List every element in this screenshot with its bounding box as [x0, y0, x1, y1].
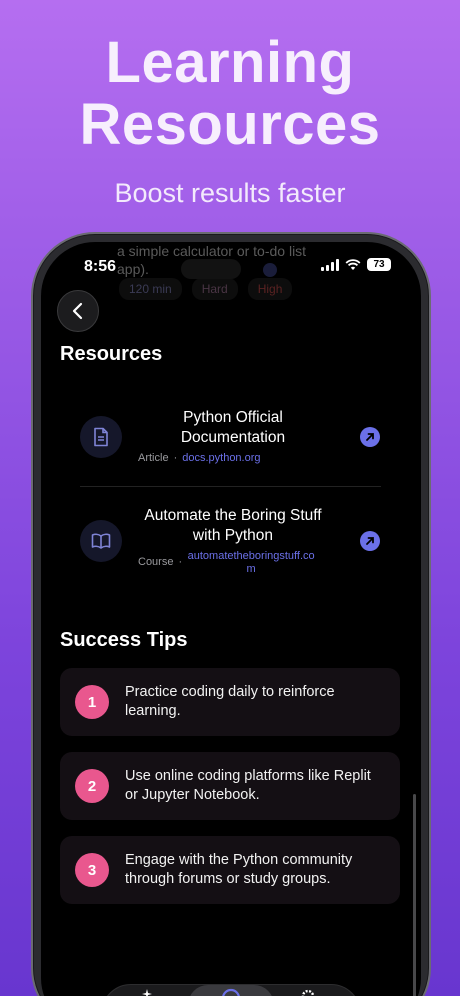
resources-heading: Resources: [60, 343, 163, 365]
home-icon: [222, 988, 240, 996]
open-link-button[interactable]: [360, 531, 380, 551]
chevron-left-icon: [72, 302, 83, 320]
arrow-up-right-icon: [366, 432, 374, 441]
back-button[interactable]: [57, 290, 99, 332]
status-icons: 73: [321, 258, 391, 271]
book-icon: [80, 520, 122, 562]
promo-subtitle: Boost results faster: [114, 178, 346, 208]
meta-separator: ·: [173, 452, 178, 464]
promo-title-line2: Resources: [79, 92, 381, 157]
ghost-line: a simple calculator or to-do list: [117, 243, 307, 259]
gear-icon[interactable]: [300, 987, 316, 996]
document-icon: [80, 415, 122, 458]
tip-text: Engage with the Python community through…: [125, 852, 353, 887]
cellular-signal-icon: [321, 258, 339, 271]
arrow-up-right-icon: [366, 537, 374, 545]
tip-card: 3 Engage with the Python community throu…: [60, 836, 400, 904]
resource-type: Course: [138, 556, 174, 568]
meta-separator: ·: [178, 556, 183, 568]
resource-body: Automate the Boring Stuff with Python Co…: [138, 506, 328, 576]
sparkles-icon[interactable]: [140, 989, 154, 996]
difficulty-chip: Hard: [191, 278, 238, 300]
dynamic-island: [181, 259, 241, 279]
tip-number-badge: 3: [75, 853, 109, 887]
priority-chip: High: [247, 278, 293, 300]
resource-item[interactable]: Automate the Boring Stuff with Python Co…: [80, 506, 380, 576]
resource-item[interactable]: Python Official Documentation Article · …: [80, 408, 380, 465]
camera-dot: [263, 263, 277, 277]
resource-title: Automate the Boring Stuff with Python: [144, 507, 322, 544]
resource-body: Python Official Documentation Article · …: [138, 408, 328, 465]
wifi-icon: [345, 258, 361, 270]
tip-card: 1 Practice coding daily to reinforce lea…: [60, 668, 400, 736]
duration-chip: 120 min: [119, 278, 182, 300]
resource-type: Article: [138, 452, 169, 464]
tip-number-badge: 2: [75, 769, 109, 803]
tip-text: Practice coding daily to reinforce learn…: [125, 684, 335, 719]
status-time: 8:56: [84, 258, 117, 275]
resource-meta: Course · automatetheboringstuff.com: [138, 550, 328, 576]
tip-card: 2 Use online coding platforms like Repli…: [60, 752, 400, 820]
battery-icon: 73: [367, 258, 391, 271]
tip-text: Use online coding platforms like Replit …: [125, 768, 371, 803]
tip-number-badge: 1: [75, 685, 109, 719]
resource-meta: Article · docs.python.org: [138, 452, 328, 465]
scrollbar[interactable]: [413, 794, 416, 996]
resource-title: Python Official Documentation: [180, 409, 286, 446]
promo-title: Learning Resources: [0, 32, 460, 156]
promo-title-line1: Learning: [105, 30, 355, 95]
ghost-chips: 120 min Hard High: [119, 278, 293, 300]
resource-link[interactable]: docs.python.org: [182, 452, 260, 465]
resource-link[interactable]: automatetheboringstuff.com: [187, 550, 315, 576]
resource-divider: [80, 486, 381, 487]
open-link-button[interactable]: [360, 426, 380, 447]
success-tips-heading: Success Tips: [60, 629, 188, 651]
tab-bar: [101, 984, 361, 996]
phone-screen: a simple calculator or to-do list app). …: [41, 242, 421, 996]
